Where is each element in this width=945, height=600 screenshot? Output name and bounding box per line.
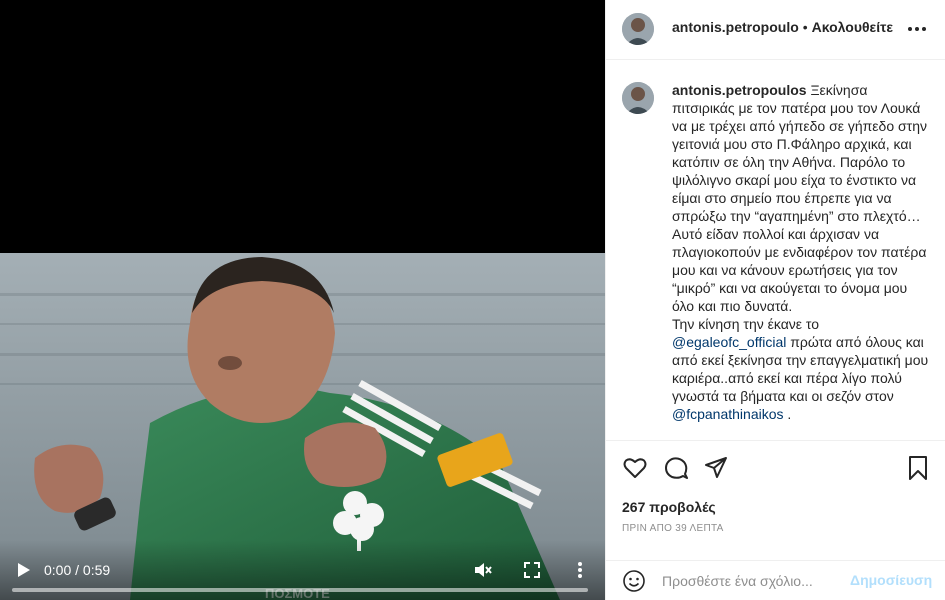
fullscreen-icon[interactable]	[522, 560, 542, 580]
header-username[interactable]: antonis.petropoulo	[672, 19, 799, 35]
more-horizontal-icon[interactable]	[906, 21, 928, 37]
mention-link[interactable]: @fcpanathinaikos	[672, 406, 784, 422]
header-separator: •	[802, 19, 808, 35]
post-side-panel: antonis.petropoulo • Ακολουθείτε antonis.p…	[605, 0, 945, 600]
post-timestamp[interactable]: ΠΡΙΝ ΑΠΟ 39 ΛΕΠΤΑ	[622, 523, 724, 534]
media-panel: ΠΟΣΜΟΤΕ 0:00 / 0:59	[0, 0, 605, 600]
header-username-row: antonis.petropoulo • Ακολουθείτε	[672, 19, 893, 35]
post-header: antonis.petropoulo • Ακολουθείτε	[606, 0, 945, 60]
comment-input[interactable]	[662, 570, 842, 592]
avatar[interactable]	[622, 13, 654, 45]
post-comment-button[interactable]: Δημοσίευση	[850, 572, 932, 588]
more-vert-icon[interactable]	[573, 560, 587, 580]
caption-part-1: Ξεκίνησα πιτσιρικάς με τον πατέρα μου το…	[672, 82, 927, 224]
avatar-image	[622, 13, 654, 45]
comment-bar: Δημοσίευση	[606, 560, 945, 600]
video-time: 0:00 / 0:59	[44, 562, 111, 578]
comment-icon[interactable]	[663, 455, 689, 481]
video-player[interactable]: ΠΟΣΜΟΤΕ 0:00 / 0:59	[0, 253, 605, 600]
caption-part-2: Αυτό είδαν πολλοί και άρχισαν να πλαγιοκ…	[672, 226, 927, 314]
caption-part-3-end: .	[783, 406, 792, 422]
post-actions: 267 προβολές ΠΡΙΝ ΑΠΟ 39 ΛΕΠΤΑ	[606, 440, 945, 560]
mute-icon[interactable]	[472, 560, 492, 580]
mention-link[interactable]: @egaleofc_official	[672, 334, 786, 350]
caption-paragraph-3: Την κίνηση την έκανε το @egaleofc_offici…	[672, 315, 930, 423]
caption-section: antonis.petropoulos Ξεκίνησα πιτσιρικάς …	[606, 60, 945, 440]
emoji-icon[interactable]	[622, 569, 646, 593]
caption-part-3-prefix: Την κίνηση την έκανε το	[672, 316, 820, 332]
caption-paragraph-1: antonis.petropoulos Ξεκίνησα πιτσιρικάς …	[672, 81, 930, 225]
avatar[interactable]	[622, 82, 654, 114]
heart-icon[interactable]	[622, 455, 648, 481]
share-icon[interactable]	[703, 455, 729, 481]
caption-username[interactable]: antonis.petropoulos	[672, 82, 807, 98]
play-icon[interactable]	[14, 561, 32, 579]
bookmark-icon[interactable]	[905, 455, 931, 481]
caption-text: antonis.petropoulos Ξεκίνησα πιτσιρικάς …	[672, 81, 930, 423]
video-progress-bar[interactable]	[12, 588, 588, 592]
follow-status[interactable]: Ακολουθείτε	[812, 19, 893, 35]
video-controls: 0:00 / 0:59	[0, 540, 605, 600]
view-count[interactable]: 267 προβολές	[622, 499, 716, 515]
avatar-image	[622, 82, 654, 114]
